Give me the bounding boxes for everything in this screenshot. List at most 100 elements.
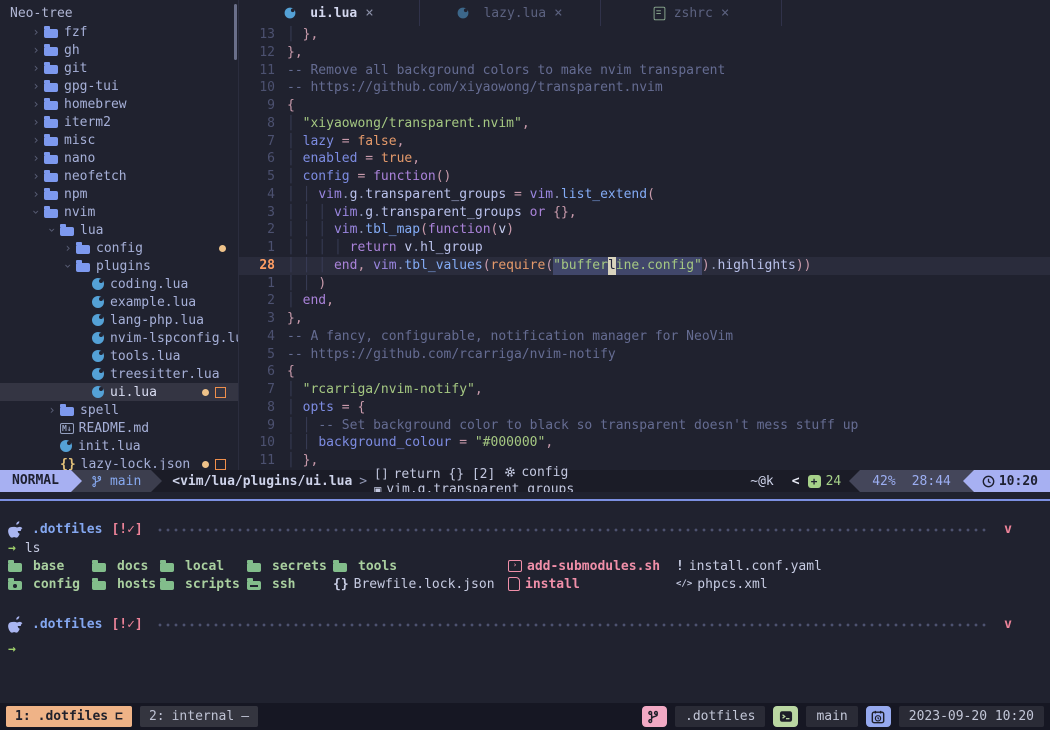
code-line[interactable]: 13│ }, xyxy=(239,26,1050,44)
tree-item-label: example.lua xyxy=(110,295,196,310)
tree-item-nano[interactable]: ›nano xyxy=(0,149,238,167)
scroll-percent: 42% xyxy=(872,474,895,489)
modified-dot-icon xyxy=(219,245,226,252)
chevron-right-icon[interactable]: › xyxy=(28,79,44,93)
tree-item-label: lang-php.lua xyxy=(110,313,204,328)
code-line[interactable]: 6{ xyxy=(239,363,1050,381)
chevron-right-icon[interactable]: › xyxy=(28,61,44,75)
mode-indicator: NORMAL xyxy=(0,470,71,492)
chevron-right-icon[interactable]: › xyxy=(44,403,60,417)
tree-item-npm[interactable]: ›npm xyxy=(0,185,238,203)
tree-item-spell[interactable]: › spell xyxy=(0,401,238,419)
git-branch-icon xyxy=(92,475,104,488)
code-line[interactable]: 12}, xyxy=(239,44,1050,62)
braces-icon: {} xyxy=(333,577,349,592)
ls-output: basedocslocalsecretstools›add-submodules… xyxy=(8,557,1042,593)
tab-lazy.lua[interactable]: lazy.lua× xyxy=(420,0,601,26)
close-icon[interactable]: × xyxy=(365,5,373,21)
tree-item-homebrew[interactable]: ›homebrew xyxy=(0,95,238,113)
clock-icon xyxy=(982,475,995,488)
line-number: 10 xyxy=(239,79,287,97)
code-line[interactable]: 11-- Remove all background colors to mak… xyxy=(239,62,1050,80)
code-line[interactable]: 2│ │ │ vim.tbl_map(function(v) xyxy=(239,221,1050,239)
tree-item-gpg-tui[interactable]: ›gpg-tui xyxy=(0,77,238,95)
tree-item-git[interactable]: ›git xyxy=(0,59,238,77)
cursor-line[interactable]: 28│ │ │ end, vim.tbl_values(require("buf… xyxy=(239,257,1050,275)
tree-item-example.lua[interactable]: example.lua xyxy=(0,293,238,311)
document-icon xyxy=(653,6,665,20)
code-line[interactable]: 7│ lazy = false, xyxy=(239,133,1050,151)
code-line[interactable]: 6│ enabled = true, xyxy=(239,150,1050,168)
ls-row: basedocslocalsecretstools›add-submodules… xyxy=(8,557,1042,575)
tree-item-init.lua[interactable]: init.lua xyxy=(0,437,238,455)
tree-item-misc[interactable]: › misc xyxy=(0,131,238,149)
tree-item-label: spell xyxy=(80,403,119,418)
code-line[interactable]: 10-- https://github.com/xiyaowong/transp… xyxy=(239,79,1050,97)
tree-item-label: misc xyxy=(64,133,95,148)
chevron-right-icon[interactable]: › xyxy=(28,151,44,165)
tree-item-neofetch[interactable]: ›neofetch xyxy=(0,167,238,185)
tree-item-coding.lua[interactable]: coding.lua xyxy=(0,275,238,293)
code-buffer[interactable]: 13│ },12},11-- Remove all background col… xyxy=(239,26,1050,470)
code-line[interactable]: 3│ │ │ vim.g.transparent_groups or {}, xyxy=(239,204,1050,222)
tmux-window-1[interactable]: 1:.dotfiles⊏ xyxy=(6,706,132,727)
code-line[interactable]: 3}, xyxy=(239,310,1050,328)
tree-item-nvim-lspconfig.lua[interactable]: nvim-lspconfig.lua xyxy=(0,329,238,347)
close-icon[interactable]: × xyxy=(554,5,562,21)
code-line[interactable]: 1│ │ │ │ return v.hl_group xyxy=(239,239,1050,257)
code-line[interactable]: 5│ config = function() xyxy=(239,168,1050,186)
code-line[interactable]: 10│ │ background_colour = "#000000", xyxy=(239,434,1050,452)
tree-item-nvim[interactable]: ›nvim xyxy=(0,203,238,221)
code-line[interactable]: 7│ "rcarriga/nvim-notify", xyxy=(239,381,1050,399)
tmux-window-2[interactable]: 2:internal– xyxy=(140,706,258,727)
folder-icon xyxy=(92,563,106,572)
chevron-right-icon[interactable]: › xyxy=(28,187,44,201)
chevron-right-icon[interactable]: › xyxy=(28,43,44,57)
code-line[interactable]: 4-- A fancy, configurable, notification … xyxy=(239,328,1050,346)
tree-item-lang-php.lua[interactable]: lang-php.lua xyxy=(0,311,238,329)
code-line[interactable]: 8│ opts = { xyxy=(239,399,1050,417)
sidebar-scrollbar[interactable] xyxy=(234,4,237,60)
folder-icon xyxy=(44,209,58,218)
code-line[interactable]: 9{ xyxy=(239,97,1050,115)
tree-item-fzf[interactable]: ›fzf xyxy=(0,23,238,41)
chevron-down-icon[interactable]: › xyxy=(61,258,75,274)
tree-item-tools.lua[interactable]: tools.lua xyxy=(0,347,238,365)
chevron-right-icon[interactable]: › xyxy=(60,241,76,255)
ls-entry-name: add-submodules.sh xyxy=(527,559,660,574)
tree-item-lua[interactable]: ›lua xyxy=(0,221,238,239)
tab-ui.lua[interactable]: ui.lua× xyxy=(239,0,420,26)
line-number: 5 xyxy=(239,168,287,186)
code-line[interactable]: 1│ │ ) xyxy=(239,275,1050,293)
code-line[interactable]: 2│ end, xyxy=(239,292,1050,310)
code-line[interactable]: 8│ "xiyaowong/transparent.nvim", xyxy=(239,115,1050,133)
tree-item-README.md[interactable]: M↓README.md xyxy=(0,419,238,437)
powerline-separator xyxy=(71,470,82,492)
prompt-arrow-icon: → xyxy=(8,642,16,657)
chevron-right-icon[interactable]: › xyxy=(28,169,44,183)
command-line[interactable]: → xyxy=(8,640,1042,658)
chevron-down-icon[interactable]: › xyxy=(29,204,43,220)
chevron-right-icon[interactable]: › xyxy=(28,25,44,39)
chevron-down-icon[interactable]: › xyxy=(45,222,59,238)
tree-item-gh[interactable]: ›gh xyxy=(0,41,238,59)
close-icon[interactable]: × xyxy=(721,5,729,21)
chevron-right-icon[interactable]: › xyxy=(28,115,44,129)
tab-zshrc[interactable]: zshrc× xyxy=(601,0,782,26)
tree-item-label: plugins xyxy=(96,259,151,274)
code-line[interactable]: 4│ │ vim.g.transparent_groups = vim.list… xyxy=(239,186,1050,204)
chevron-right-icon[interactable]: › xyxy=(28,97,44,111)
git-branch-segment: main xyxy=(82,470,151,492)
tree-item-iterm2[interactable]: ›iterm2 xyxy=(0,113,238,131)
tree-item-treesitter.lua[interactable]: treesitter.lua xyxy=(0,365,238,383)
tree-item-config[interactable]: ›config xyxy=(0,239,238,257)
chevron-right-icon[interactable]: › xyxy=(28,133,44,147)
folder-gear-icon xyxy=(8,581,22,590)
shell-pane[interactable]: .dotfiles [!✓] v → ls basedocslocalsecre… xyxy=(0,508,1050,703)
tree-item-ui.lua[interactable]: ui.lua xyxy=(0,383,238,401)
tree-item-lazy-lock.json[interactable]: {}lazy-lock.json xyxy=(0,455,238,470)
code-line[interactable]: 9│ │ -- Set background color to black so… xyxy=(239,417,1050,435)
code-line[interactable]: 5-- https://github.com/rcarriga/nvim-not… xyxy=(239,346,1050,364)
pane-separator[interactable] xyxy=(0,499,1050,501)
tree-item-plugins[interactable]: › plugins xyxy=(0,257,238,275)
